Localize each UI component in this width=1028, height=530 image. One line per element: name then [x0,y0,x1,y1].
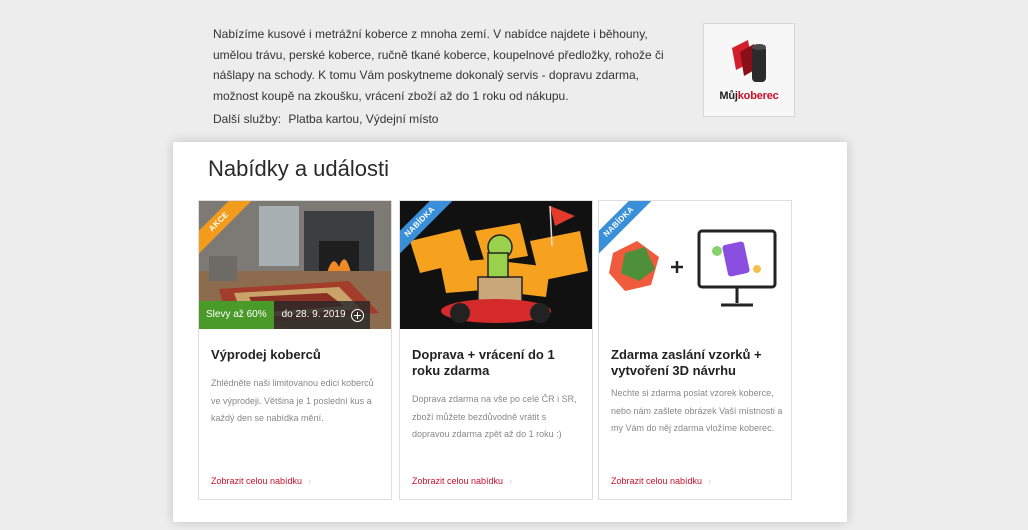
chevron-right-icon: › [708,476,712,486]
offer-image-delivery[interactable]: NABÍDKA [400,201,592,329]
offer-image-living-room[interactable]: AKCE Slevy až 60% do 28. 9. 2019 [199,201,391,329]
description-line: Nabízíme kusové i metrážní koberce z mno… [213,27,648,41]
offer-title[interactable]: Výprodej koberců [211,347,381,363]
chevron-right-icon: › [509,476,513,486]
view-offer-link[interactable]: Zobrazit celou nabídku › [412,476,512,486]
description-line: umělou trávu, perské koberce, ručně tkan… [213,47,664,62]
offers-title: Nabídky a události [208,156,389,181]
promo-date-text: do 28. 9. 2019 [281,309,346,320]
logo-text-part1: Můj [719,90,738,102]
logo-text-part2: koberec [737,90,779,102]
offer-title[interactable]: Zdarma zaslání vzorků + vytvoření 3D náv… [611,347,781,379]
company-description: Nabízíme kusové i metrážní koberce z mno… [213,24,683,130]
offer-card-delivery[interactable]: NABÍDKA Doprava + vrácení do 1 roku zdar… [399,200,593,500]
view-offer-link[interactable]: Zobrazit celou nabídku › [611,476,711,486]
promo-bar: Slevy až 60% do 28. 9. 2019 [199,301,370,329]
offer-card-sale[interactable]: AKCE Slevy až 60% do 28. 9. 2019 Výprode… [198,200,392,500]
description-line: nášlapy na schody. K tomu Vám poskytneme… [213,68,639,82]
offer-card-samples[interactable]: NABÍDKA Zdarma zaslání vzorků + vytvořen… [598,200,792,500]
company-logo[interactable]: Můjkoberec [703,23,795,117]
offer-description: Nechte si zdarma poslat vzorek koberce, … [611,388,783,433]
services-label: Další služby: [213,112,282,126]
discount-badge: Slevy až 60% [199,301,274,329]
offer-description: Doprava zdarma na vše po celé ČR i SR, z… [412,394,577,439]
promo-date: do 28. 9. 2019 [273,301,370,329]
view-offer-link-text[interactable]: Zobrazit celou nabídku [412,476,503,486]
view-offer-link-text[interactable]: Zobrazit celou nabídku [211,476,302,486]
services-value: Platba kartou, Výdejní místo [288,112,439,126]
offer-title[interactable]: Doprava + vrácení do 1 roku zdarma [412,347,582,379]
plus-circle-icon[interactable] [350,308,364,322]
view-offer-link-text[interactable]: Zobrazit celou nabídku [611,476,702,486]
offer-image-samples[interactable]: NABÍDKA [599,201,791,329]
chevron-right-icon: › [308,476,312,486]
logo-text: Můjkoberec [704,90,794,102]
view-offer-link[interactable]: Zobrazit celou nabídku › [211,476,311,486]
offer-description: Zhlédněte naši limitovanou edici koberců… [211,378,374,423]
description-line: možnost koupě na zkoušku, vrácení zboží … [213,88,569,103]
carpet-roll-logo-icon [732,40,766,82]
services-row: Další služby: Platba kartou, Výdejní mís… [213,109,683,130]
offers-panel: Nabídky a události AKCE Slevy až 60% do … [173,142,847,522]
